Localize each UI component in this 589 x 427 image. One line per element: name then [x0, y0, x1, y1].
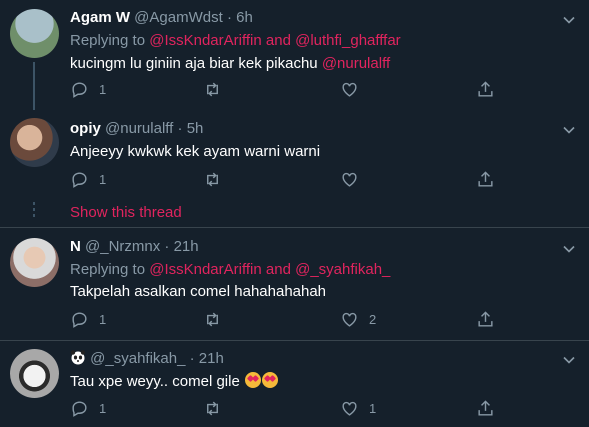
replying-to: Replying to @IssKndarAriffin and @_syahf…: [70, 261, 390, 278]
share-button[interactable]: [476, 309, 495, 329]
chevron-down-icon[interactable]: [559, 239, 579, 259]
reply-icon: [72, 311, 87, 328]
display-name[interactable]: N: [70, 238, 81, 255]
timestamp[interactable]: 5h: [187, 120, 204, 137]
reply-button[interactable]: 1: [70, 79, 106, 99]
timestamp[interactable]: 6h: [236, 9, 253, 26]
user-handle[interactable]: @AgamWdst: [134, 9, 223, 26]
reply-button[interactable]: 1: [70, 398, 106, 418]
retweet-button[interactable]: [203, 169, 232, 189]
like-button[interactable]: 1: [340, 398, 376, 418]
reply-button[interactable]: 1: [70, 169, 106, 189]
reply-mention-link[interactable]: @IssKndarAriffin: [149, 261, 262, 278]
retweet-icon: [207, 172, 218, 186]
reply-mention-link[interactable]: @IssKndarAriffin: [149, 32, 262, 49]
retweet-button[interactable]: [203, 398, 232, 418]
dot-separator: ·: [189, 350, 195, 367]
tweet-body: Tau xpe weyy.. comel gile: [70, 373, 240, 390]
share-icon: [478, 310, 493, 327]
thread-dots: [33, 202, 35, 220]
display-name[interactable]: Agam W: [70, 9, 130, 26]
share-icon: [478, 399, 493, 416]
tweet-3[interactable]: N @_Nrzmnx · 21h Replying to @IssKndarAr…: [0, 228, 589, 340]
like-button[interactable]: [340, 79, 369, 99]
reply-mention-link[interactable]: @_syahfikah_: [295, 261, 390, 278]
replying-label: Replying to: [70, 261, 146, 278]
heart-eyes-emoji-icon: [244, 372, 261, 388]
tweet-header: Agam W @AgamWdst · 6h: [70, 9, 253, 26]
timestamp[interactable]: 21h: [199, 350, 224, 367]
tweet-text: Tau xpe weyy.. comel gile: [70, 372, 278, 390]
tweet-1[interactable]: Agam W @AgamWdst · 6h Replying to @IssKn…: [0, 0, 589, 110]
reply-icon: [72, 81, 87, 98]
heart-icon: [342, 82, 357, 97]
share-icon: [478, 170, 493, 187]
heart-icon: [342, 172, 357, 187]
like-count: 1: [369, 400, 377, 416]
reply-count: 1: [99, 81, 107, 97]
display-name[interactable]: opiy: [70, 120, 101, 137]
heart-eyes-emoji-icon: [261, 372, 278, 388]
show-thread-link[interactable]: Show this thread: [70, 204, 182, 221]
tweet-text: kucingm lu giniin aja biar kek pikachu @…: [70, 55, 390, 72]
retweet-icon: [207, 312, 218, 326]
dot-separator: ·: [177, 120, 183, 137]
user-handle[interactable]: @_Nrzmnx: [85, 238, 160, 255]
heart-icon: [342, 401, 357, 416]
like-button[interactable]: [340, 169, 369, 189]
replying-to: Replying to @IssKndarAriffin and @luthfi…: [70, 32, 401, 49]
tweet-text: Anjeeyy kwkwk kek ayam warni warni: [70, 143, 321, 160]
tweet-header: opiy @nurulalff · 5h: [70, 120, 203, 137]
tweet-text: Takpelah asalkan comel hahahahahah: [70, 283, 327, 300]
reply-count: 1: [99, 171, 107, 187]
tweet-header: @_syahfikah_ · 21h: [70, 349, 224, 367]
dot-separator: ·: [226, 9, 232, 26]
like-count: 2: [369, 311, 377, 327]
reply-count: 1: [99, 400, 107, 416]
retweet-icon: [207, 82, 218, 96]
like-button[interactable]: 2: [340, 309, 376, 329]
chevron-down-icon[interactable]: [559, 120, 579, 140]
dot-separator: ·: [164, 238, 170, 255]
retweet-icon: [207, 401, 218, 415]
retweet-button[interactable]: [203, 79, 232, 99]
replying-label: Replying to: [70, 32, 146, 49]
heart-icon: [342, 312, 357, 327]
user-handle[interactable]: @nurulalff: [105, 120, 173, 137]
panda-emoji-icon: [70, 350, 86, 365]
timestamp[interactable]: 21h: [174, 238, 199, 255]
share-icon: [478, 80, 493, 97]
avatar[interactable]: [10, 9, 59, 58]
retweet-button[interactable]: [203, 309, 232, 329]
thread-line: [33, 62, 35, 110]
share-button[interactable]: [476, 79, 495, 99]
reply-icon: [72, 171, 87, 188]
reply-and: and: [265, 32, 291, 49]
tweet-header: N @_Nrzmnx · 21h: [70, 238, 199, 255]
reply-icon: [72, 400, 87, 417]
tweet-2[interactable]: opiy @nurulalff · 5h Anjeeyy kwkwk kek a…: [0, 110, 589, 227]
user-handle[interactable]: @_syahfikah_: [90, 350, 185, 367]
reply-mention-link[interactable]: @luthfi_ghafffar: [295, 32, 401, 49]
reply-count: 1: [99, 311, 107, 327]
share-button[interactable]: [476, 398, 495, 418]
avatar[interactable]: [10, 238, 59, 287]
reply-button[interactable]: 1: [70, 309, 106, 329]
chevron-down-icon[interactable]: [559, 350, 579, 370]
share-button[interactable]: [476, 169, 495, 189]
avatar[interactable]: [10, 349, 59, 398]
tweet-4[interactable]: @_syahfikah_ · 21h Tau xpe weyy.. comel …: [0, 341, 589, 427]
tweet-body: kucingm lu giniin aja biar kek pikachu: [70, 55, 318, 72]
mention-link[interactable]: @nurulalff: [322, 55, 390, 72]
chevron-down-icon[interactable]: [559, 10, 579, 30]
reply-and: and: [265, 261, 291, 278]
avatar[interactable]: [10, 118, 59, 167]
